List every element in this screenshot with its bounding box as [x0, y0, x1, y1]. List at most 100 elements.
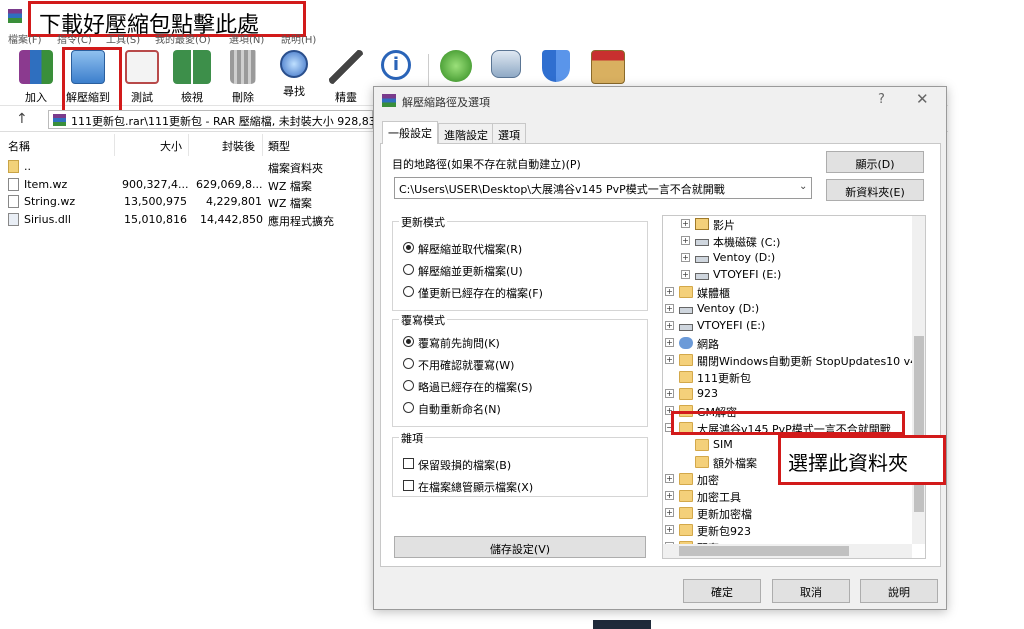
expand-icon[interactable]: + [665, 525, 674, 534]
drive-icon [695, 256, 709, 263]
destination-path-combo[interactable]: C:\Users\USER\Desktop\大展鴻谷v145 PvP模式一言不合… [394, 177, 812, 199]
expand-icon[interactable]: + [665, 508, 674, 517]
expand-icon[interactable]: + [665, 491, 674, 500]
radio-fresh-existing[interactable]: 僅更新已經存在的檔案(F) [403, 284, 643, 300]
dialog-title: 解壓縮路徑及選項 [402, 96, 490, 109]
menu-help[interactable]: 說明(H) [281, 31, 316, 46]
checkbox-box [403, 480, 414, 491]
delete-button[interactable]: 刪除 [219, 50, 267, 104]
sfx-box-icon [591, 50, 625, 84]
test-button[interactable]: 測試 [118, 50, 166, 104]
expand-icon[interactable]: + [665, 338, 674, 347]
dll-icon [8, 213, 19, 226]
menu-favorites[interactable]: 我的最愛(O) [155, 31, 211, 46]
drive-icon [695, 239, 709, 246]
overwrite-mode-group: 覆寫模式 覆寫前先詢問(K) 不用確認就覆寫(W) 略過已經存在的檔案(S) 自… [392, 312, 648, 427]
path-field[interactable]: 111更新包.rar\111更新包 - RAR 壓縮檔, 未封裝大小 928,8… [48, 110, 383, 129]
close-icon[interactable]: ✕ [916, 90, 929, 108]
find-button[interactable]: 尋找 [270, 50, 318, 104]
show-button[interactable]: 顯示(D) [826, 151, 924, 173]
column-header-packed[interactable]: 封裝後 [222, 138, 255, 154]
radio-auto-rename[interactable]: 自動重新命名(N) [403, 400, 643, 416]
column-header-size[interactable]: 大小 [160, 138, 182, 154]
taskbar-fragment [593, 620, 651, 629]
expand-icon[interactable]: + [665, 304, 674, 313]
menu-file[interactable]: 檔案(F) [8, 31, 42, 46]
radio-extract-update[interactable]: 解壓縮並更新檔案(U) [403, 262, 643, 278]
folder-icon [679, 354, 693, 366]
menu-tools[interactable]: 工具(S) [106, 31, 140, 46]
shield-icon [542, 50, 570, 82]
table-row[interactable]: Sirius.dll 15,010,816 14,442,850 應用程式擴充 [0, 211, 374, 228]
menu-commands[interactable]: 指令(C) [57, 31, 92, 46]
annotation-select-box: 選擇此資料夾 [778, 435, 946, 485]
cancel-button[interactable]: 取消 [772, 579, 850, 603]
column-header-type[interactable]: 類型 [268, 138, 290, 154]
network-icon [679, 337, 693, 349]
checkbox-box [403, 458, 414, 469]
video-folder-icon [695, 218, 709, 230]
table-row[interactable]: .. 檔案資料夾 [0, 158, 374, 175]
tab-general[interactable]: 一般設定 [382, 121, 438, 144]
book-view-icon [173, 50, 211, 84]
radio-ask-before-overwrite[interactable]: 覆寫前先詢問(K) [403, 334, 643, 350]
expand-icon[interactable]: + [681, 236, 690, 245]
help-icon[interactable]: ? [878, 92, 885, 107]
menu-options[interactable]: 選項(N) [229, 31, 264, 46]
up-arrow-icon[interactable]: ↑ [16, 111, 28, 127]
add-button[interactable]: 加入 [12, 50, 60, 104]
tree-horizontal-scrollbar[interactable] [663, 544, 912, 558]
expand-icon[interactable]: + [665, 287, 674, 296]
drive-icon [679, 307, 693, 314]
expand-icon[interactable]: + [681, 253, 690, 262]
radio-extract-replace[interactable]: 解壓縮並取代檔案(R) [403, 240, 643, 256]
winrar-app-icon [8, 9, 22, 23]
tab-advanced[interactable]: 進階設定 [438, 123, 494, 143]
folder-icon [679, 507, 693, 519]
column-header-name[interactable]: 名稱 [8, 138, 30, 154]
radio-dot [403, 402, 414, 413]
folder-icon [695, 439, 709, 451]
radio-overwrite-without-prompt[interactable]: 不用確認就覆寫(W) [403, 356, 643, 372]
view-button[interactable]: 檢視 [168, 50, 216, 104]
scrollbar-thumb[interactable] [914, 336, 924, 512]
table-row[interactable]: String.wz 13,500,975 4,229,801 WZ 檔案 [0, 193, 374, 210]
folder-icon [695, 456, 709, 468]
expand-icon[interactable]: + [681, 270, 690, 279]
chevron-down-icon[interactable]: ⌄ [799, 181, 807, 192]
expand-icon[interactable]: + [665, 321, 674, 330]
table-row[interactable]: Item.wz 900,327,4... 629,069,8... WZ 檔案 [0, 176, 374, 193]
destination-label: 目的地路徑(如果不存在就自動建立)(P) [392, 158, 581, 171]
column-divider [188, 134, 189, 156]
comment-icon [491, 50, 521, 78]
column-divider [114, 134, 115, 156]
help-button[interactable]: 說明 [860, 579, 938, 603]
ok-button[interactable]: 確定 [683, 579, 761, 603]
radio-skip-existing[interactable]: 略過已經存在的檔案(S) [403, 378, 643, 394]
checkbox-keep-broken[interactable]: 保留毀損的檔案(B) [403, 456, 643, 472]
folder-icon [8, 160, 19, 173]
wizard-button[interactable]: 精靈 [322, 50, 370, 104]
annotation-extract-box [62, 47, 122, 113]
expand-icon[interactable]: + [681, 219, 690, 228]
save-settings-button[interactable]: 儲存設定(V) [394, 536, 646, 558]
tab-options[interactable]: 選項 [492, 123, 526, 143]
scrollbar-thumb[interactable] [679, 546, 849, 556]
destination-path-value: C:\Users\USER\Desktop\大展鴻谷v145 PvP模式一言不合… [399, 183, 725, 196]
column-divider [262, 134, 263, 156]
misc-group: 雜項 保留毀損的檔案(B) 在檔案總管顯示檔案(X) [392, 430, 648, 497]
tree-vertical-scrollbar[interactable] [912, 216, 925, 544]
radio-dot [403, 336, 414, 347]
trash-delete-icon [230, 50, 256, 84]
annotation-folder-highlight [671, 411, 905, 435]
expand-icon[interactable]: + [665, 355, 674, 364]
books-add-icon [19, 50, 53, 84]
radio-dot [403, 242, 414, 253]
folder-icon [679, 371, 693, 383]
expand-icon[interactable]: + [665, 389, 674, 398]
new-folder-button[interactable]: 新資料夾(E) [826, 179, 924, 201]
expand-icon[interactable]: + [665, 474, 674, 483]
checkbox-show-in-explorer[interactable]: 在檔案總管顯示檔案(X) [403, 478, 643, 494]
archive-icon [53, 114, 66, 126]
file-list: 名稱 大小 封裝後 類型 .. 檔案資料夾 Item.wz 900,327,4.… [0, 134, 374, 629]
